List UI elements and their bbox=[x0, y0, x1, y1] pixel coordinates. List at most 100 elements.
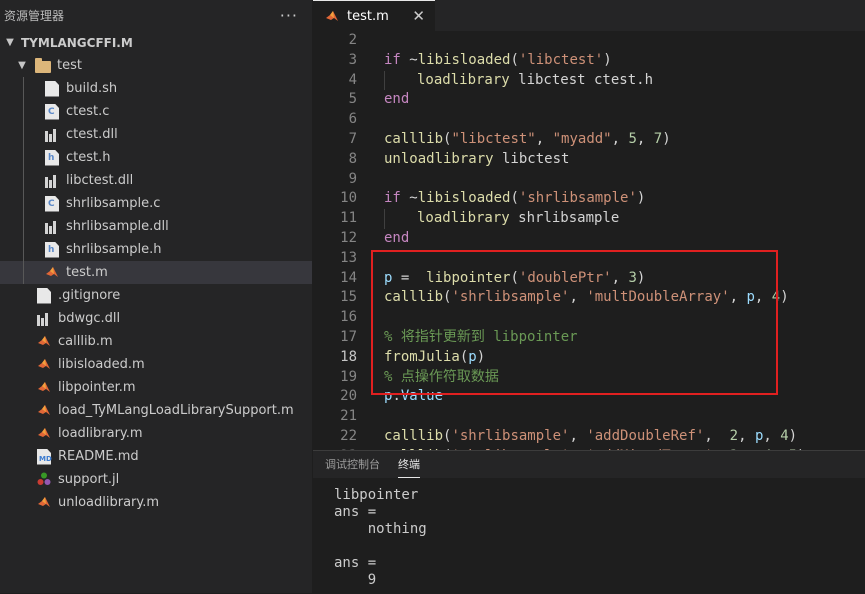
tab-debug-console[interactable]: 调试控制台 bbox=[325, 451, 380, 478]
folder-test[interactable]: ▼ test bbox=[0, 54, 312, 77]
line-number: 16 bbox=[340, 309, 357, 326]
file-label: ctest.dll bbox=[66, 127, 118, 142]
file-item[interactable]: calllib.m bbox=[0, 330, 312, 353]
code-text: calllib('shrlibsample', 'multDoubleArray… bbox=[384, 289, 789, 306]
dll-file-icon bbox=[45, 219, 59, 235]
code-line: 2 bbox=[313, 31, 865, 51]
line-number: 22 bbox=[340, 427, 357, 444]
file-icon bbox=[37, 287, 51, 304]
code-text: p = libpointer('doublePtr', 3) bbox=[384, 269, 646, 286]
line-number: 20 bbox=[340, 388, 357, 405]
file-item[interactable]: .gitignore bbox=[0, 284, 312, 307]
tab-test-m[interactable]: test.m ✕ bbox=[313, 0, 435, 31]
terminal-output[interactable]: libpointer ans = nothing ans = 9 bbox=[334, 487, 427, 589]
tab-terminal[interactable]: 终端 bbox=[398, 451, 420, 478]
file-item[interactable]: unloadlibrary.m bbox=[0, 491, 312, 514]
indent-guide bbox=[23, 100, 24, 123]
indent-guide bbox=[23, 77, 24, 100]
code-text: unloadlibrary libctest bbox=[384, 150, 570, 167]
file-label: support.jl bbox=[58, 472, 120, 487]
code-line: 19 % 点操作符取数据 bbox=[313, 368, 865, 388]
explorer-sidebar: 资源管理器 ··· ▼ TYMLANGCFFI.M ▼ test build.s… bbox=[0, 0, 312, 593]
code-line: 3 if ~libisloaded('libctest') bbox=[313, 51, 865, 71]
code-line: 16 bbox=[313, 308, 865, 328]
code-text: if ~libisloaded('shrlibsample') bbox=[384, 190, 646, 207]
h-file-icon: h bbox=[45, 241, 59, 258]
file-label: test.m bbox=[66, 265, 108, 280]
file-item[interactable]: ctest.dll bbox=[0, 123, 312, 146]
indent-guide bbox=[23, 238, 24, 261]
more-actions-icon[interactable]: ··· bbox=[280, 6, 298, 25]
chevron-down-icon: ▼ bbox=[6, 37, 14, 48]
matlab-file-icon bbox=[37, 357, 51, 373]
file-item[interactable]: MD README.md bbox=[0, 445, 312, 468]
c-file-icon: C bbox=[45, 195, 59, 212]
line-number: 13 bbox=[340, 249, 357, 266]
h-file-icon: h bbox=[45, 149, 59, 166]
matlab-file-icon bbox=[37, 426, 51, 442]
code-text: % 点操作符取数据 bbox=[384, 368, 499, 385]
code-editor[interactable]: 2 3 if ~libisloaded('libctest') 4 loadlibrar… bbox=[313, 31, 865, 450]
file-item[interactable]: build.sh bbox=[0, 77, 312, 100]
matlab-file-icon bbox=[326, 11, 338, 21]
matlab-file-icon bbox=[37, 403, 51, 419]
indent-guide bbox=[23, 169, 24, 192]
indent-guide bbox=[23, 146, 24, 169]
code-line: 5 end bbox=[313, 90, 865, 110]
file-item[interactable]: loadlibrary.m bbox=[0, 422, 312, 445]
folder-file-list: build.sh Cctest.c ctest.dll h ctest.h libctes… bbox=[0, 77, 312, 284]
line-number: 3 bbox=[348, 51, 357, 68]
line-number: 17 bbox=[340, 328, 357, 345]
file-item[interactable]: h ctest.h bbox=[0, 146, 312, 169]
code-line: 20 p.Value bbox=[313, 387, 865, 407]
julia-file-icon bbox=[37, 472, 51, 488]
close-icon[interactable]: ✕ bbox=[412, 7, 425, 25]
code-line: 14 p = libpointer('doublePtr', 3) bbox=[313, 269, 865, 289]
file-label: libpointer.m bbox=[58, 380, 136, 395]
file-label: .gitignore bbox=[58, 288, 121, 303]
file-label: unloadlibrary.m bbox=[58, 495, 160, 510]
indent-guide bbox=[384, 70, 385, 91]
code-line: 10 if ~libisloaded('shrlibsample') bbox=[313, 189, 865, 209]
code-line: 12 end bbox=[313, 229, 865, 249]
code-text: loadlibrary shrlibsample bbox=[417, 210, 620, 227]
file-item[interactable]: shrlibsample.dll bbox=[0, 215, 312, 238]
file-item[interactable]: h shrlibsample.h bbox=[0, 238, 312, 261]
line-number: 9 bbox=[348, 170, 357, 187]
matlab-file-icon bbox=[37, 334, 51, 350]
code-text: fromJulia(p) bbox=[384, 348, 486, 365]
file-label: calllib.m bbox=[58, 334, 113, 349]
file-item[interactable]: load_TyMLangLoadLibrarySupport.m bbox=[0, 399, 312, 422]
line-number: 19 bbox=[340, 368, 357, 385]
file-item[interactable]: libpointer.m bbox=[0, 376, 312, 399]
line-number: 10 bbox=[340, 190, 357, 207]
file-item[interactable]: libctest.dll bbox=[0, 169, 312, 192]
code-text: loadlibrary libctest ctest.h bbox=[417, 71, 654, 88]
line-number: 18 bbox=[340, 348, 357, 365]
line-number: 15 bbox=[340, 289, 357, 306]
file-label: ctest.c bbox=[66, 104, 110, 119]
file-item[interactable]: libisloaded.m bbox=[0, 353, 312, 376]
file-item[interactable]: bdwgc.dll bbox=[0, 307, 312, 330]
file-item[interactable]: Cctest.c bbox=[0, 100, 312, 123]
code-line: 11 loadlibrary shrlibsample bbox=[313, 209, 865, 229]
line-number: 7 bbox=[348, 130, 357, 147]
chevron-down-icon: ▼ bbox=[18, 60, 26, 71]
file-item[interactable]: test.m bbox=[0, 261, 312, 284]
line-number: 2 bbox=[348, 32, 357, 48]
workspace-root[interactable]: ▼ TYMLANGCFFI.M bbox=[0, 31, 312, 54]
file-label: load_TyMLangLoadLibrarySupport.m bbox=[58, 403, 294, 418]
tab-label: test.m bbox=[347, 8, 389, 24]
file-label: shrlibsample.c bbox=[66, 196, 161, 211]
file-item[interactable]: Cshrlibsample.c bbox=[0, 192, 312, 215]
code-text: calllib("libctest", "myadd", 5, 7) bbox=[384, 130, 671, 147]
line-number: 6 bbox=[348, 111, 357, 128]
workspace-root-label: TYMLANGCFFI.M bbox=[21, 35, 133, 50]
folder-label: test bbox=[57, 58, 82, 73]
editor-tab-bar: test.m ✕ bbox=[313, 0, 865, 31]
code-text: % 将指针更新到 libpointer bbox=[384, 328, 578, 345]
file-item[interactable]: support.jl bbox=[0, 468, 312, 491]
code-line: 7 calllib("libctest", "myadd", 5, 7) bbox=[313, 130, 865, 150]
file-label: libisloaded.m bbox=[58, 357, 145, 372]
code-line: 13 bbox=[313, 249, 865, 269]
